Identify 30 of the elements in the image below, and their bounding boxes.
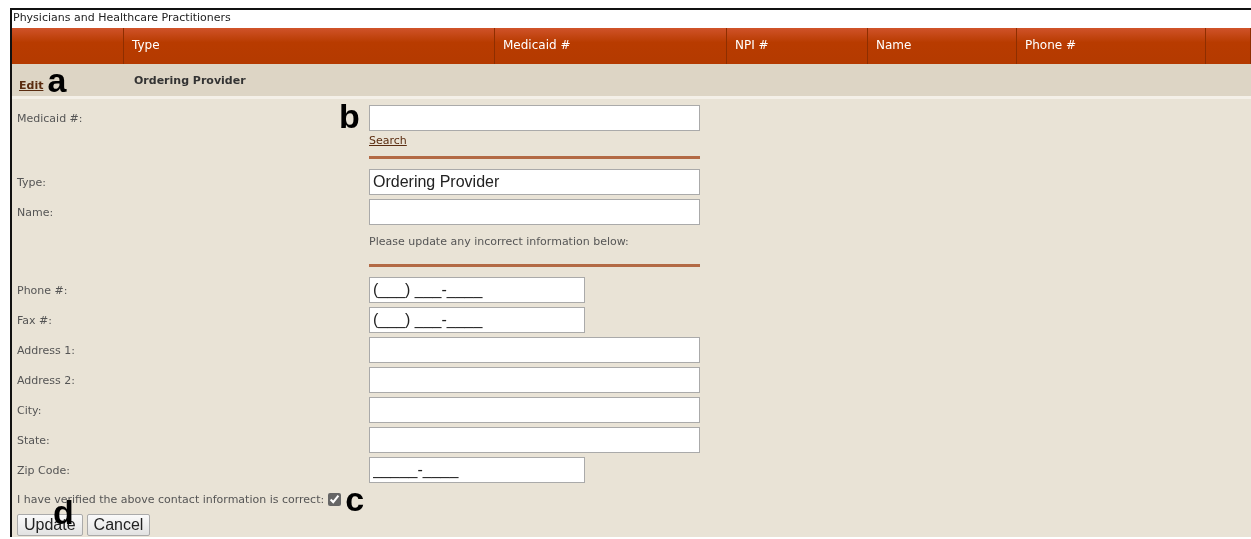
input-field[interactable] bbox=[369, 105, 700, 131]
field-label: Address 1: bbox=[17, 343, 75, 357]
field-label: Phone #: bbox=[17, 283, 68, 297]
field-label: Zip Code: bbox=[17, 463, 70, 477]
callout-letter: b bbox=[339, 104, 360, 128]
field-label: State: bbox=[17, 433, 50, 447]
table-cell-text: Ordering Provider bbox=[133, 73, 247, 87]
checkbox[interactable] bbox=[328, 492, 342, 506]
instruction-text: Please update any incorrect information below: bbox=[369, 234, 630, 250]
field-label: City: bbox=[17, 403, 42, 417]
callout-letter: c bbox=[345, 487, 365, 511]
input-field[interactable] bbox=[369, 427, 700, 453]
window-title: Physicians and Healthcare Practitioners bbox=[12, 10, 1251, 28]
input-field[interactable]: Ordering Provider bbox=[369, 169, 700, 195]
input-field[interactable] bbox=[369, 337, 700, 363]
form-button[interactable]: Cancel bbox=[86, 514, 151, 536]
field-label: Fax #: bbox=[17, 313, 52, 327]
input-field[interactable]: _____-____ bbox=[369, 457, 585, 483]
input-field[interactable] bbox=[369, 199, 700, 225]
field-label: Medicaid #: bbox=[17, 111, 83, 125]
input-field[interactable]: (___) ___-____ bbox=[369, 307, 585, 333]
search-link[interactable]: Search bbox=[369, 134, 407, 147]
callout-letter: a bbox=[47, 68, 67, 92]
input-field[interactable] bbox=[369, 397, 700, 423]
edit-link[interactable]: Edit bbox=[19, 79, 44, 92]
field-label: Name: bbox=[17, 205, 54, 219]
field-label: Address 2: bbox=[17, 373, 75, 387]
field-label: Type: bbox=[17, 175, 46, 189]
input-field[interactable] bbox=[369, 367, 700, 393]
input-field[interactable]: (___) ___-____ bbox=[369, 277, 585, 303]
